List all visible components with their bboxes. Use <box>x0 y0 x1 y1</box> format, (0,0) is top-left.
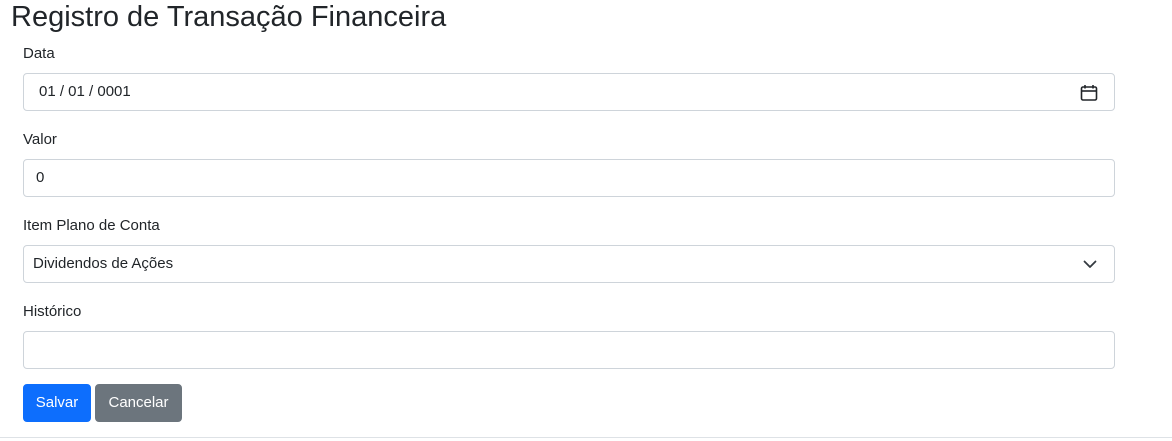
historico-label: Histórico <box>23 303 82 320</box>
historico-input[interactable] <box>23 331 1115 369</box>
item-plano-conta-form-group: Item Plano de Conta Dividendos de Ações <box>23 217 1115 283</box>
item-plano-conta-label: Item Plano de Conta <box>23 217 160 234</box>
calendar-icon[interactable] <box>1080 84 1098 102</box>
valor-label: Valor <box>23 131 57 148</box>
date-value: 01 / 01 / 0001 <box>39 83 131 100</box>
item-plano-conta-select[interactable]: Dividendos de Ações <box>23 245 1115 283</box>
historico-form-group: Histórico <box>23 303 1115 369</box>
date-form-group: Data 01 / 01 / 0001 <box>23 45 1115 111</box>
save-button[interactable]: Salvar <box>23 384 91 422</box>
valor-input[interactable]: 0 <box>23 159 1115 197</box>
valor-value: 0 <box>36 169 45 186</box>
item-plano-conta-selected: Dividendos de Ações <box>33 255 174 272</box>
page-title: Registro de Transação Financeira <box>11 1 447 33</box>
date-input[interactable]: 01 / 01 / 0001 <box>23 73 1115 111</box>
chevron-down-icon <box>1082 256 1100 274</box>
footer-divider <box>0 437 1172 438</box>
transaction-form-page: Registro de Transação Financeira Data 01… <box>0 0 1172 441</box>
date-label: Data <box>23 45 55 62</box>
cancel-button[interactable]: Cancelar <box>95 384 182 422</box>
valor-form-group: Valor 0 <box>23 131 1115 197</box>
